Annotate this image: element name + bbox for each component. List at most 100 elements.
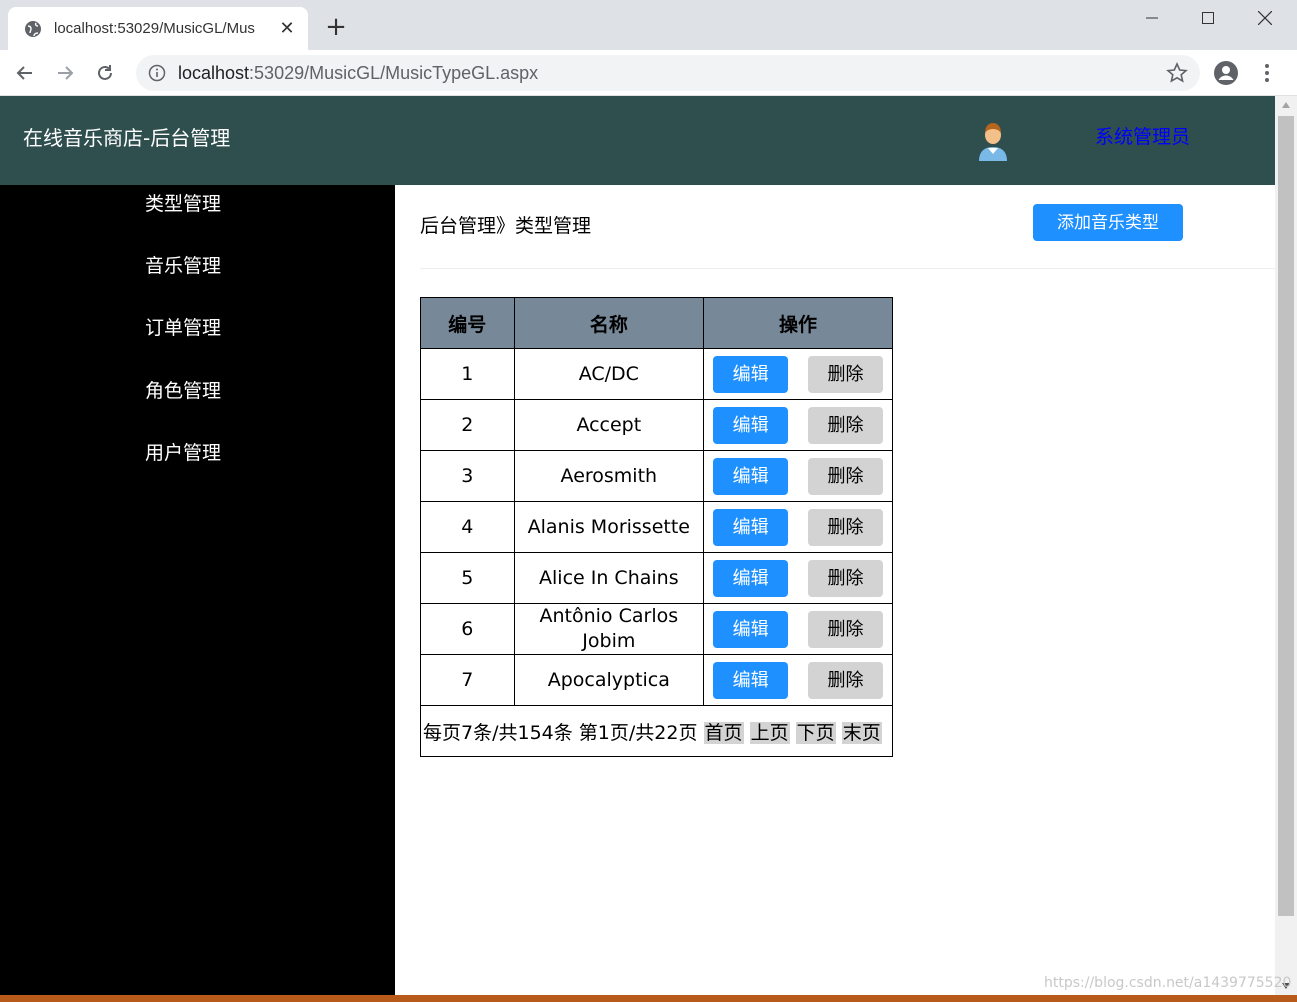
window-close-icon[interactable] — [1237, 2, 1293, 34]
row-actions: 编辑 删除 — [704, 508, 892, 546]
cell-name: Accept — [513, 399, 705, 451]
divider — [420, 268, 1275, 269]
back-arrow-icon[interactable] — [10, 58, 40, 88]
delete-button[interactable]: 删除 — [808, 508, 883, 546]
pager-prev-link[interactable]: 上页 — [749, 721, 790, 744]
pager-row: 每页7条/共154条 第1页/共22页 首页 上页 下页 末页 — [420, 705, 893, 757]
sidebar-item-user-management[interactable]: 用户管理 — [145, 438, 221, 465]
scroll-up-arrow-icon[interactable] — [1275, 96, 1297, 114]
row-actions: 编辑 删除 — [704, 406, 892, 444]
cell-actions: 编辑 删除 — [703, 450, 893, 502]
page-viewport: 在线音乐商店-后台管理 系统管理员 类型管理 音乐管理 订单管理 角色管理 用户… — [0, 96, 1275, 995]
cell-actions: 编辑 删除 — [703, 399, 893, 451]
minimize-icon[interactable] — [1124, 2, 1180, 34]
browser-toolbar: localhost:53029/MusicGL/MusicTypeGL.aspx — [0, 50, 1297, 96]
breadcrumb: 后台管理》类型管理 — [420, 215, 592, 237]
cell-name: Alice In Chains — [513, 552, 705, 604]
cell-id: 2 — [420, 399, 515, 451]
cell-id: 3 — [420, 450, 515, 502]
row-actions: 编辑 删除 — [704, 355, 892, 393]
cell-id: 4 — [420, 501, 515, 553]
table-row: 6 Antônio Carlos Jobim 编辑 删除 — [420, 603, 893, 655]
cell-name: Alanis Morissette — [513, 501, 705, 553]
forward-arrow-icon[interactable] — [50, 58, 80, 88]
admin-link[interactable]: 系统管理员 — [1095, 122, 1190, 149]
edit-button[interactable]: 编辑 — [713, 508, 789, 546]
taskbar-strip — [0, 995, 1297, 1002]
main-content: 后台管理》类型管理 添加音乐类型 编号 名称 操作 1 AC/DC 编辑 删除 2 Acc… — [395, 185, 1275, 995]
edit-button[interactable]: 编辑 — [713, 457, 789, 495]
edit-button[interactable]: 编辑 — [713, 406, 789, 444]
address-bar[interactable]: localhost:53029/MusicGL/MusicTypeGL.aspx — [136, 55, 1200, 91]
delete-button[interactable]: 删除 — [808, 559, 883, 597]
cell-id: 7 — [420, 654, 515, 706]
browser-tab-strip: localhost:53029/MusicGL/Mus ✕ + — [0, 0, 1297, 50]
delete-button[interactable]: 删除 — [808, 661, 883, 699]
cell-name: Aerosmith — [513, 450, 705, 502]
watermark: https://blog.csdn.net/a1439775520 — [1044, 975, 1292, 991]
row-actions: 编辑 删除 — [704, 610, 892, 648]
add-music-type-button[interactable]: 添加音乐类型 — [1033, 204, 1183, 241]
row-actions: 编辑 删除 — [704, 457, 892, 495]
maximize-icon[interactable] — [1180, 2, 1236, 34]
column-header-actions: 操作 — [703, 297, 893, 349]
cell-id: 1 — [420, 348, 515, 400]
edit-button[interactable]: 编辑 — [713, 559, 789, 597]
scrollbar-thumb[interactable] — [1278, 116, 1294, 916]
table-row: 5 Alice In Chains 编辑 删除 — [420, 552, 893, 604]
cell-actions: 编辑 删除 — [703, 654, 893, 706]
reload-icon[interactable] — [90, 58, 120, 88]
site-header: 在线音乐商店-后台管理 系统管理员 — [0, 96, 1275, 185]
pager-summary: 每页7条/共154条 第1页/共22页 — [423, 721, 698, 744]
pager-first-link[interactable]: 首页 — [703, 721, 744, 744]
sidebar: 类型管理 音乐管理 订单管理 角色管理 用户管理 — [0, 185, 395, 995]
delete-button[interactable]: 删除 — [808, 355, 883, 393]
cell-actions: 编辑 删除 — [703, 552, 893, 604]
column-header-id: 编号 — [420, 297, 515, 349]
pager-last-link[interactable]: 末页 — [841, 721, 882, 744]
cell-actions: 编辑 删除 — [703, 348, 893, 400]
edit-button[interactable]: 编辑 — [713, 355, 789, 393]
site-info-icon[interactable] — [148, 64, 166, 82]
menu-dots-icon[interactable] — [1252, 58, 1282, 88]
cell-actions: 编辑 删除 — [703, 501, 893, 553]
pager-next-link[interactable]: 下页 — [795, 721, 836, 744]
tab-close-icon[interactable]: ✕ — [278, 18, 296, 39]
cell-name: AC/DC — [513, 348, 705, 400]
sidebar-item-type-management[interactable]: 类型管理 — [145, 189, 221, 216]
vertical-scrollbar[interactable] — [1275, 96, 1297, 995]
new-tab-button[interactable]: + — [322, 14, 350, 42]
edit-button[interactable]: 编辑 — [713, 661, 789, 699]
site-title: 在线音乐商店-后台管理 — [23, 126, 231, 150]
table-row: 1 AC/DC 编辑 删除 — [420, 348, 893, 400]
cell-id: 6 — [420, 603, 515, 655]
music-type-table: 编号 名称 操作 1 AC/DC 编辑 删除 2 Accept 编辑 删除 3 Aerosmith… — [420, 297, 893, 757]
delete-button[interactable]: 删除 — [808, 610, 883, 648]
row-actions: 编辑 删除 — [704, 559, 892, 597]
browser-tab[interactable]: localhost:53029/MusicGL/Mus ✕ — [8, 7, 308, 50]
url-path: :53029/MusicGL/MusicTypeGL.aspx — [249, 62, 539, 83]
url-host: localhost — [178, 62, 250, 83]
table-row: 2 Accept 编辑 删除 — [420, 399, 893, 451]
bookmark-star-icon[interactable] — [1166, 62, 1188, 84]
table-header-row: 编号 名称 操作 — [420, 297, 893, 349]
sidebar-item-order-management[interactable]: 订单管理 — [145, 313, 221, 340]
admin-avatar-icon — [975, 120, 1011, 162]
delete-button[interactable]: 删除 — [808, 406, 883, 444]
cell-name: Apocalyptica — [513, 654, 705, 706]
table-row: 4 Alanis Morissette 编辑 删除 — [420, 501, 893, 553]
sidebar-item-role-management[interactable]: 角色管理 — [145, 376, 221, 403]
account-icon[interactable] — [1211, 58, 1241, 88]
table-row: 7 Apocalyptica 编辑 删除 — [420, 654, 893, 706]
url-text: localhost:53029/MusicGL/MusicTypeGL.aspx — [178, 63, 538, 84]
cell-actions: 编辑 删除 — [703, 603, 893, 655]
edit-button[interactable]: 编辑 — [713, 610, 789, 648]
tab-title: localhost:53029/MusicGL/Mus — [54, 20, 255, 37]
row-actions: 编辑 删除 — [704, 661, 892, 699]
cell-id: 5 — [420, 552, 515, 604]
cell-name: Antônio Carlos Jobim — [513, 603, 705, 655]
delete-button[interactable]: 删除 — [808, 457, 883, 495]
sidebar-item-music-management[interactable]: 音乐管理 — [145, 251, 221, 278]
pager: 每页7条/共154条 第1页/共22页 首页 上页 下页 末页 — [420, 705, 893, 757]
globe-icon — [24, 20, 42, 38]
